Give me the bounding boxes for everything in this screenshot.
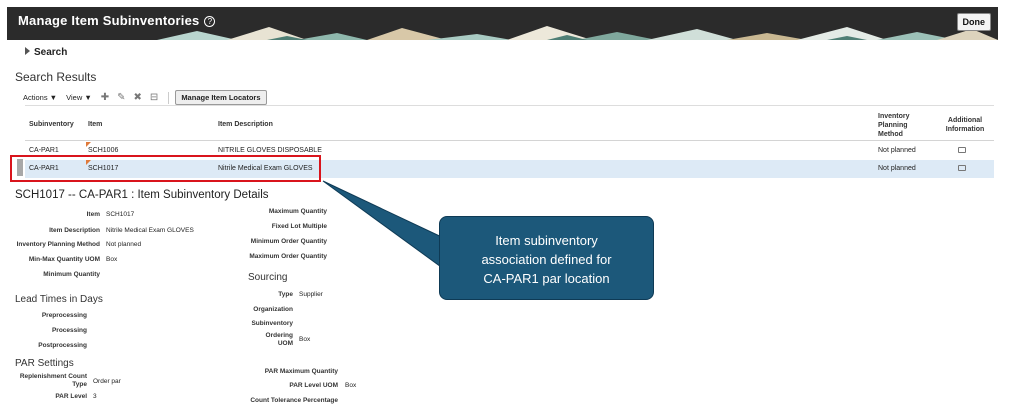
min-max-uom-label: Min-Max Quantity UOM (28, 256, 100, 263)
actions-menu[interactable]: Actions ▼ (23, 93, 57, 102)
postprocessing-label: Postprocessing (38, 342, 87, 349)
item-label: Item (86, 211, 100, 218)
question-circle-icon[interactable]: ? (204, 16, 216, 27)
col-planning-line3: Method (878, 131, 903, 138)
lead-times-title: Lead Times in Days (15, 294, 103, 305)
item-description-label: Item Description (49, 227, 100, 234)
replenishment-count-type-label: Replenishment Count Type (0, 373, 87, 389)
par-level-uom-value: Box (345, 382, 357, 389)
toolbar-divider (168, 91, 170, 104)
search-disclosure[interactable]: Search (25, 47, 67, 58)
col-item-description[interactable]: Item Description (218, 121, 273, 128)
pencil-icon[interactable]: ✎ (117, 92, 125, 103)
ordering-uom-value: Box (299, 336, 311, 343)
callout-line3: CA-PAR1 par location (483, 271, 610, 286)
min-max-uom-value: Box (106, 256, 118, 263)
sourcing-title: Sourcing (248, 272, 288, 283)
manage-item-locators-button[interactable]: Manage Item Locators (175, 90, 267, 105)
col-item[interactable]: Item (88, 121, 102, 128)
par-level-value: 3 (93, 393, 97, 400)
comment-icon[interactable] (958, 147, 966, 153)
cell-subinventory: CA-PAR1 (29, 147, 59, 154)
done-button[interactable]: Done (956, 13, 991, 31)
inventory-planning-method-label: Inventory Planning Method (16, 241, 100, 248)
subinventory-label: Subinventory (251, 320, 293, 327)
maximum-quantity-label: Maximum Quantity (268, 208, 327, 215)
annotation-highlight-box (10, 155, 321, 182)
comment-icon[interactable] (958, 165, 966, 171)
par-settings-title: PAR Settings (15, 358, 74, 369)
callout-line1: Item subinventory (495, 233, 598, 248)
triangle-right-icon (25, 47, 30, 55)
annotation-callout: Item subinventory association defined fo… (439, 216, 654, 300)
view-menu[interactable]: View ▼ (66, 93, 92, 102)
count-tolerance-percentage-label: Count Tolerance Percentage (250, 397, 338, 404)
minimum-quantity-label: Minimum Quantity (43, 271, 100, 278)
col-planning-line2: Planning (878, 122, 908, 129)
col-additional-information[interactable]: Additional Information (941, 116, 989, 134)
page-title-text: Manage Item Subinventories (18, 13, 200, 28)
page-title: Manage Item Subinventories? (18, 13, 216, 28)
organization-label: Organization (253, 306, 293, 313)
callout-pointer (322, 180, 449, 273)
processing-label: Processing (51, 327, 87, 334)
par-level-label: PAR Level (55, 393, 87, 400)
preprocessing-label: Preprocessing (41, 312, 87, 319)
callout-line2: association defined for (481, 252, 612, 267)
fixed-lot-multiple-label: Fixed Lot Multiple (271, 223, 327, 230)
ordering-uom-line1: Ordering (265, 332, 293, 339)
x-icon[interactable]: ✖ (134, 92, 142, 103)
item-description-value: Nitrile Medical Exam GLOVES (106, 227, 194, 234)
replenishment-count-line1: Replenishment Count (19, 373, 87, 380)
minimum-order-quantity-label: Minimum Order Quantity (250, 238, 327, 245)
item-value: SCH1017 (106, 211, 135, 218)
search-results-title: Search Results (15, 70, 97, 84)
col-inventory-planning-method[interactable]: Inventory Planning Method (878, 112, 910, 139)
results-toolbar: Actions ▼ View ▼ ✚ ✎ ✖ ⊟ Manage Item Loc… (23, 90, 267, 105)
col-planning-line1: Inventory (878, 113, 910, 120)
replenishment-count-line2: Type (72, 381, 87, 388)
col-subinventory[interactable]: Subinventory (29, 121, 74, 128)
par-level-uom-label: PAR Level UOM (289, 382, 338, 389)
details-title: SCH1017 -- CA-PAR1 : Item Subinventory D… (15, 189, 269, 201)
cell-planning-method: Not planned (878, 165, 916, 172)
maximum-order-quantity-label: Maximum Order Quantity (249, 253, 327, 260)
col-additional-line2: Information (945, 126, 985, 133)
replenishment-count-type-value: Order par (93, 378, 121, 385)
search-label: Search (34, 47, 68, 58)
type-value: Supplier (299, 291, 323, 298)
cell-item[interactable]: SCH1006 (88, 147, 118, 154)
col-additional-line1: Additional (947, 117, 983, 124)
plus-icon[interactable]: ✚ (101, 92, 109, 103)
detach-icon[interactable]: ⊟ (150, 92, 158, 103)
page-header: Manage Item Subinventories? Done (7, 7, 998, 40)
ordering-uom-label: Ordering UOM (200, 332, 293, 348)
ordering-uom-line2: UOM (277, 340, 293, 347)
inventory-planning-method-value: Not planned (106, 241, 142, 248)
header-divider (25, 140, 994, 141)
type-label: Type (278, 291, 293, 298)
cell-planning-method: Not planned (878, 147, 916, 154)
par-maximum-quantity-label: PAR Maximum Quantity (264, 368, 338, 375)
cell-description: NITRILE GLOVES DISPOSABLE (218, 147, 322, 154)
